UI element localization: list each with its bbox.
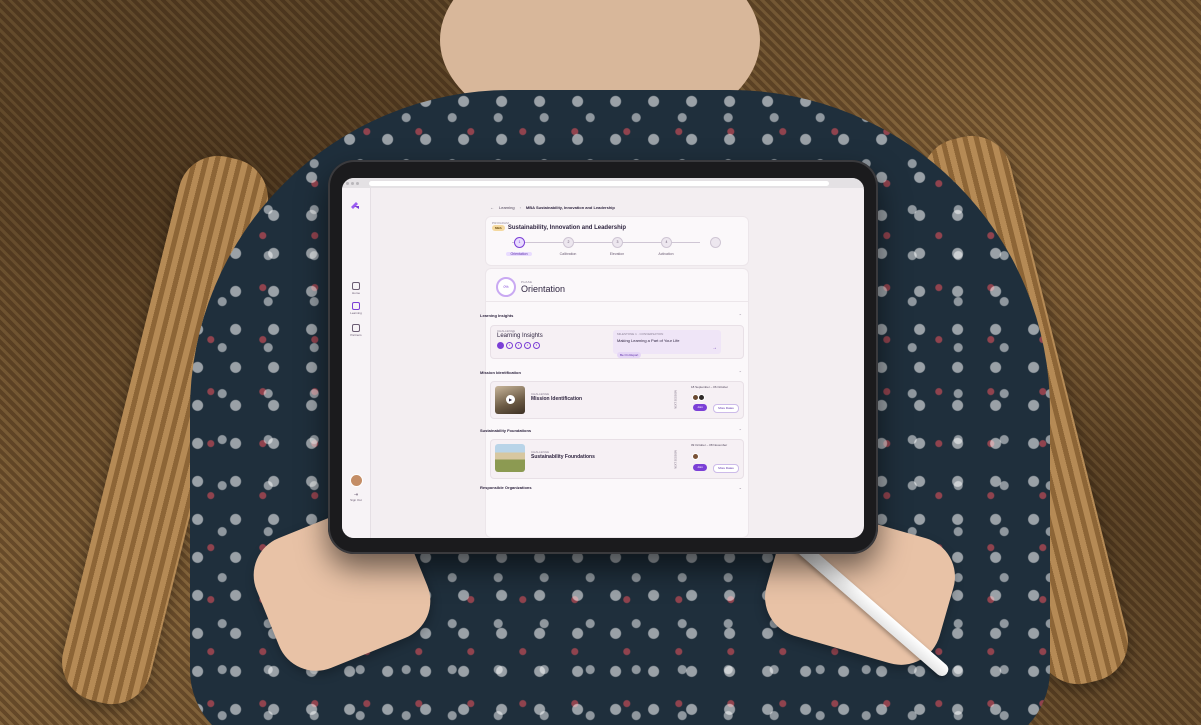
progress-ring: 0% [496,277,516,297]
partners-icon [352,324,360,332]
phase-title: Orientation [521,284,566,294]
more-dates-button[interactable]: More Dates [713,464,739,473]
section-learning-insights[interactable]: Learning Insights ⌃ [480,313,742,318]
brand-logo-icon[interactable] [349,200,361,212]
breadcrumb-item[interactable]: Learning [499,205,515,210]
step-number [710,237,721,248]
participant-avatars [692,394,705,401]
section-heading: Sustainability Foundations [480,428,532,433]
sidebar-item-label: Learning [350,311,362,315]
milestone-dot[interactable]: 1 [497,342,504,349]
address-bar[interactable] [369,180,829,186]
milestone-panel[interactable]: MILESTONE 1 · CONVERSATION Making Learni… [613,330,721,358]
window-dot[interactable] [356,181,359,185]
sidebar-item-home[interactable]: Home [342,282,370,295]
avatar [698,394,705,401]
foundations-thumbnail [495,444,525,472]
sidebar-item-label: Partners [350,333,362,337]
avatar [692,453,699,460]
session-date: 18 September – 06 October [691,385,729,389]
join-button[interactable]: Join [693,404,707,411]
challenge-title: Learning Insights [497,333,543,339]
milestone-dot[interactable]: 3 [515,342,522,349]
tablet-screen: Home Learning Partners ⇥ Sign Out ← Lear… [342,178,864,538]
milestone-tag: Be On Report [617,352,642,358]
step-label: Elevation [609,252,625,256]
challenge-title: Mission Identification [531,396,583,402]
window-dot[interactable] [346,181,349,185]
arrow-left-icon[interactable]: ← [490,205,494,210]
sidebar-item-learning[interactable]: Learning [342,302,370,315]
sidebar: Home Learning Partners ⇥ Sign Out [342,188,371,538]
chevron-up-icon[interactable]: ⌃ [739,370,742,375]
app: Home Learning Partners ⇥ Sign Out ← Lear… [342,188,864,538]
phase-stepper: 1 Orientation 2 Calibration 3 Elevation [506,237,721,261]
arrow-right-icon[interactable]: → [712,345,717,351]
sidebar-item-label: Home [351,291,360,295]
divider [486,301,748,302]
step-elevation[interactable]: 3 Elevation [610,237,624,256]
home-icon [352,282,360,290]
session-date: 09 October – 08 November [691,443,728,447]
program-badge: MBA [492,225,505,231]
participant-avatars [692,453,699,460]
more-dates-button[interactable]: More Dates [713,404,739,413]
step-number: 2 [563,237,574,248]
avatar[interactable] [350,474,363,487]
milestone-dot[interactable]: 2 [506,342,513,349]
step-calibration[interactable]: 2 Calibration [560,237,576,256]
chevron-up-icon[interactable]: ⌃ [739,428,742,433]
program-title: Sustainability, Innovation and Leadershi… [507,225,627,231]
sign-out-button[interactable]: ⇥ Sign Out [342,492,370,502]
milestone-title: Making Learning a Part of Your Life [617,338,680,343]
step-number: 4 [661,237,672,248]
section-mission-identification[interactable]: Mission Identification ⌃ [480,370,742,375]
learning-insights-card[interactable]: CHALLENGE Learning Insights 1 2 3 4 5 MI… [490,325,744,359]
chevron-up-icon[interactable]: ⌃ [739,313,742,318]
session-label: NEXT SESSION [674,450,678,469]
section-heading: Responsible Organizations [480,485,532,490]
program-card: PROGRAM MBA Sustainability, Innovation a… [485,216,749,266]
phase-card: 0% PHASE Orientation Learning Insights ⌃ [480,268,749,538]
main-content: ← Learning › MBA Sustainability, Innovat… [371,188,864,538]
step-orientation[interactable]: 1 Orientation [506,237,532,256]
milestone-dot[interactable]: 5 [533,342,540,349]
sidebar-item-partners[interactable]: Partners [342,324,370,337]
milestone-dot[interactable]: 4 [524,342,531,349]
section-heading: Mission Identification [480,370,521,375]
step-number: 3 [612,237,623,248]
challenge-title: Sustainability Foundations [531,454,595,460]
step-label: Orientation [506,252,532,256]
breadcrumb-separator: › [519,205,521,210]
step-number: 1 [514,237,525,248]
step-activation[interactable]: 4 Activation [658,237,674,256]
foundations-card[interactable]: CHALLENGE Sustainability Foundations NEX… [490,439,744,479]
chevron-down-icon[interactable]: ⌄ [739,485,742,490]
section-responsible-organizations[interactable]: Responsible Organizations ⌄ [480,485,742,490]
step-label: Calibration [559,252,577,256]
learning-icon [352,302,360,310]
milestone-dots: 1 2 3 4 5 [497,342,543,349]
window-dot[interactable] [351,181,354,185]
milestone-meta: MILESTONE 1 · CONVERSATION [617,332,664,336]
section-heading: Learning Insights [480,313,514,318]
sign-out-label: Sign Out [350,498,362,502]
join-button[interactable]: Join [693,464,707,471]
step-label: Activation [658,252,674,256]
mission-thumbnail: ▶ [495,386,525,414]
session-label: NEXT SESSION [674,390,678,409]
step-final[interactable] [710,237,721,248]
tablet: Home Learning Partners ⇥ Sign Out ← Lear… [328,160,878,554]
breadcrumb-current: MBA Sustainability, Innovation and Leade… [525,205,615,210]
play-icon[interactable]: ▶ [506,395,515,404]
phase-header: 0% PHASE Orientation [496,277,565,297]
mission-card[interactable]: ▶ CHALLENGE Mission Identification NEXT … [490,381,744,419]
section-sustainability-foundations[interactable]: Sustainability Foundations ⌃ [480,428,742,433]
browser-bar [342,178,864,188]
breadcrumb: ← Learning › MBA Sustainability, Innovat… [490,205,615,210]
